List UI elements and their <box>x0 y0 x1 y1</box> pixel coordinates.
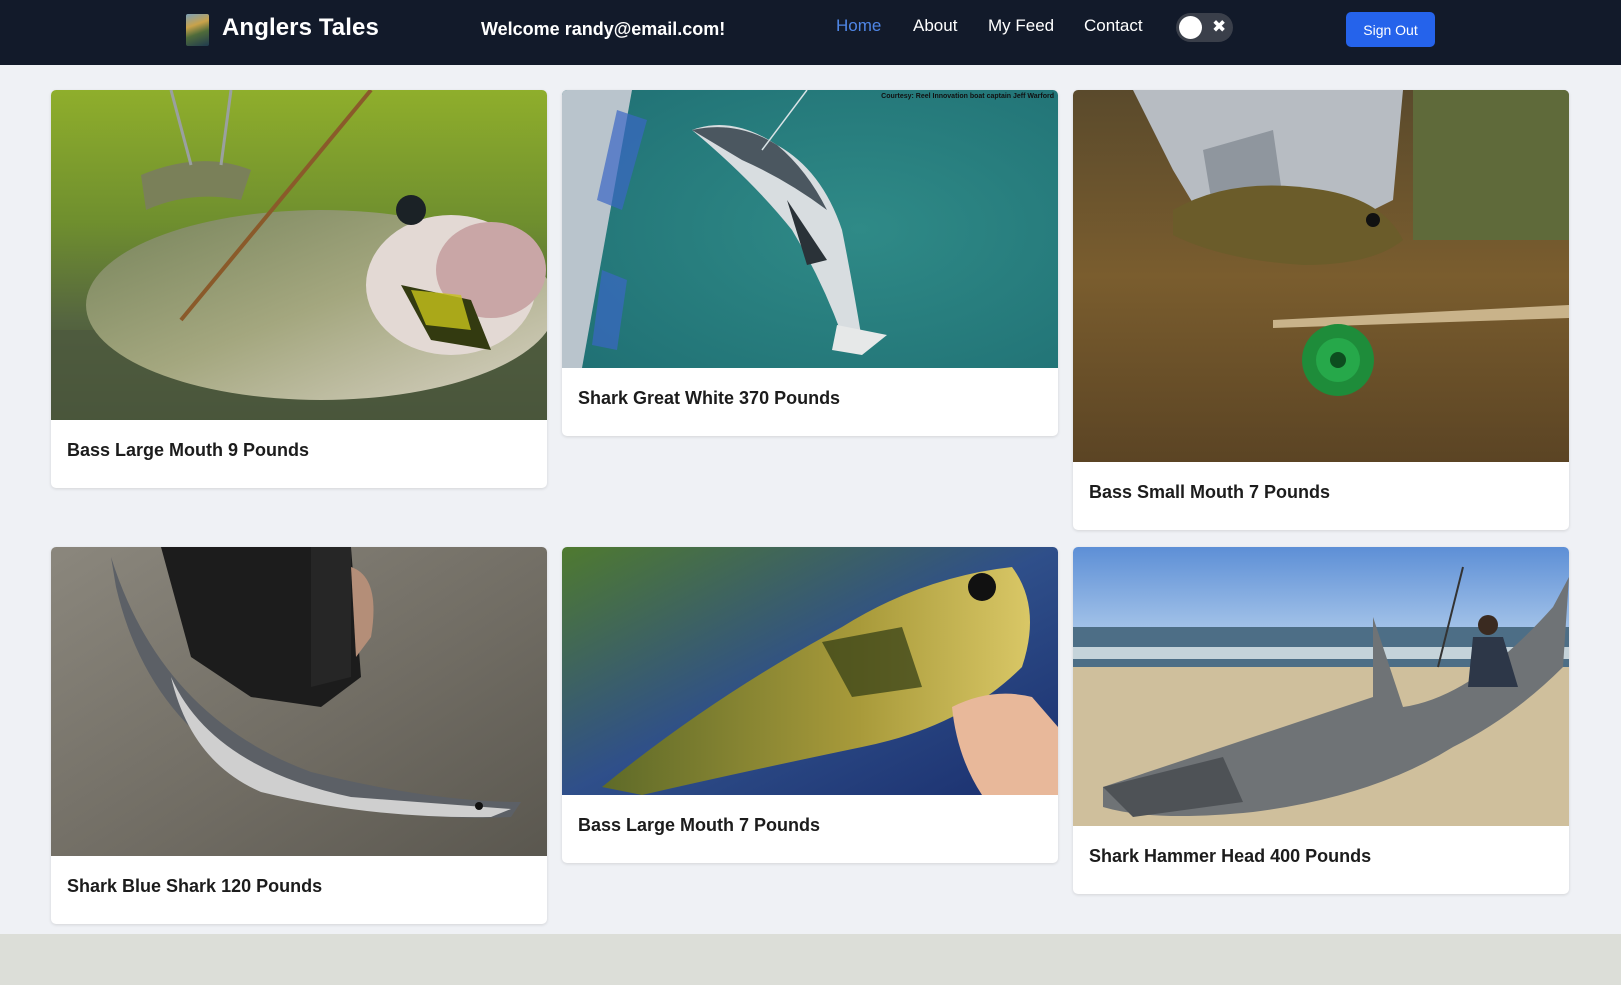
sign-out-button[interactable]: Sign Out <box>1346 12 1435 47</box>
brand-name[interactable]: Anglers Tales <box>222 14 379 42</box>
nav-link-about[interactable]: About <box>913 16 957 36</box>
close-icon: ✖ <box>1212 17 1227 36</box>
catch-photo[interactable] <box>562 547 1058 795</box>
catch-card[interactable]: Bass Small Mouth 7 Pounds <box>1073 90 1569 530</box>
catch-photo[interactable] <box>51 547 547 856</box>
catch-card[interactable]: Shark Hammer Head 400 Pounds <box>1073 547 1569 894</box>
brand-logo-image[interactable] <box>186 14 209 46</box>
catch-title: Bass Large Mouth 7 Pounds <box>578 815 821 835</box>
great-white-shark-photo <box>562 90 1058 368</box>
photo-caption: Courtesy: Reel Innovation boat captain J… <box>881 93 1054 100</box>
nav-link-home[interactable]: Home <box>836 16 881 36</box>
catch-title: Bass Large Mouth 9 Pounds <box>67 440 310 460</box>
catch-photo[interactable]: Courtesy: Reel Innovation boat captain J… <box>562 90 1058 368</box>
largemouth-bass-photo <box>51 90 547 420</box>
blue-shark-photo <box>51 547 547 856</box>
catch-card[interactable]: Bass Large Mouth 9 Pounds <box>51 90 547 488</box>
catch-card[interactable]: Courtesy: Reel Innovation boat captain J… <box>562 90 1058 436</box>
nav-link-contact[interactable]: Contact <box>1084 16 1143 36</box>
catch-title: Shark Great White 370 Pounds <box>578 388 841 408</box>
catch-photo[interactable] <box>1073 90 1569 462</box>
toggle-knob <box>1179 16 1202 39</box>
catch-title: Shark Hammer Head 400 Pounds <box>1089 846 1372 866</box>
hammerhead-shark-photo <box>1073 547 1569 826</box>
footer <box>0 934 1621 985</box>
largemouth-bass-photo <box>562 547 1058 795</box>
welcome-message: Welcome randy@email.com! <box>481 19 726 39</box>
catch-photo[interactable] <box>1073 547 1569 826</box>
catch-title: Shark Blue Shark 120 Pounds <box>67 876 323 896</box>
theme-toggle[interactable]: ✖ <box>1176 13 1233 42</box>
smallmouth-bass-photo <box>1073 90 1569 462</box>
catch-card[interactable]: Bass Large Mouth 7 Pounds <box>562 547 1058 863</box>
nav-link-my-feed[interactable]: My Feed <box>988 16 1054 36</box>
catch-card[interactable]: Shark Blue Shark 120 Pounds <box>51 547 547 924</box>
catch-photo[interactable] <box>51 90 547 420</box>
catch-title: Bass Small Mouth 7 Pounds <box>1089 482 1331 502</box>
top-navbar: Anglers Tales Welcome randy@email.com! H… <box>0 0 1621 65</box>
